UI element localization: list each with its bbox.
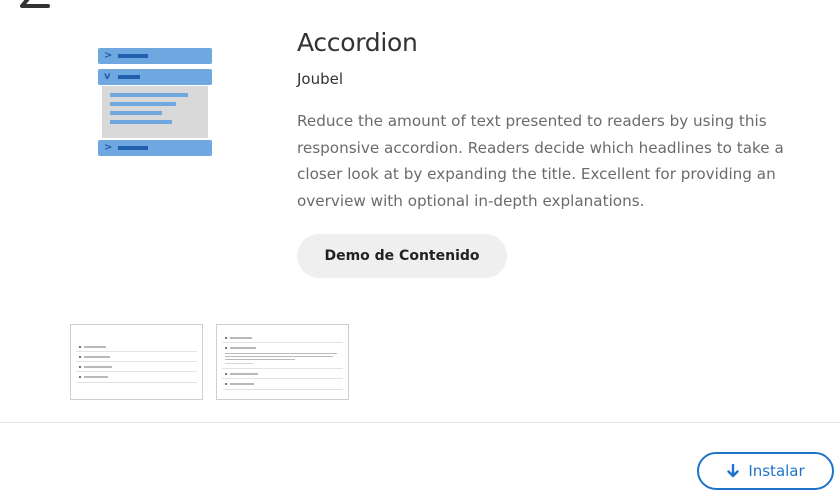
screenshot-thumbnail-2[interactable]: [216, 324, 349, 400]
accordion-icon-row-collapsed: >: [98, 48, 212, 64]
accordion-icon: > v >: [98, 48, 214, 156]
content-type-description: Reduce the amount of text presented to r…: [297, 112, 784, 210]
download-arrow-icon: [727, 464, 740, 478]
accordion-icon-row-collapsed-2: >: [98, 140, 212, 156]
install-button[interactable]: Instalar: [697, 452, 834, 490]
screenshot-thumbnail-1[interactable]: [70, 324, 203, 400]
accordion-icon-body: [102, 86, 208, 138]
accordion-icon-row-expanded: v: [98, 69, 212, 85]
content-type-author: Joubel: [297, 70, 344, 88]
content-type-title: Accordion: [297, 28, 418, 57]
content-type-detail: > v > Accordion Joubel Reduce the amount…: [0, 0, 840, 497]
install-button-label: Instalar: [748, 462, 805, 480]
divider: [0, 422, 840, 423]
back-arrow-icon[interactable]: [18, 0, 52, 22]
demo-button[interactable]: Demo de Contenido: [297, 234, 507, 278]
